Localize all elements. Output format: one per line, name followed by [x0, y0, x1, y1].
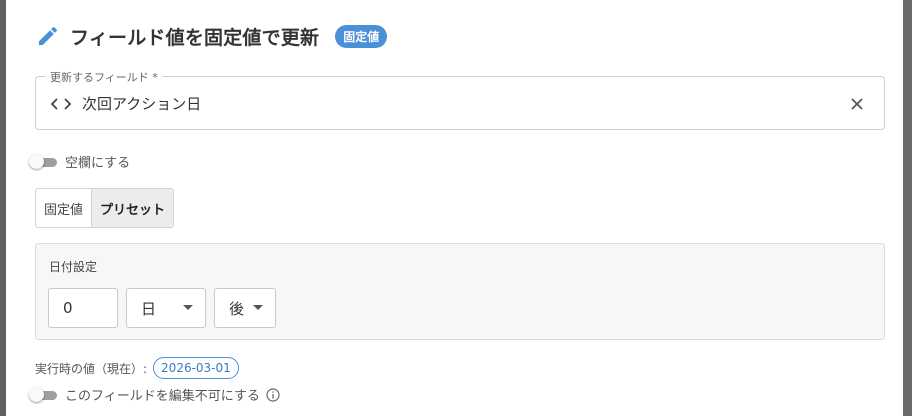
amount-input[interactable]: 0 [48, 288, 118, 328]
close-icon[interactable] [848, 95, 866, 113]
code-icon [50, 98, 72, 110]
blank-toggle-row: 空欄にする [29, 152, 130, 171]
unit-value: 日 [141, 299, 157, 318]
execution-label: 実行時の値（現在）: [35, 361, 148, 376]
tab-fixed-value[interactable]: 固定値 [36, 189, 91, 227]
page-title: フィールド値を固定値で更新 [70, 26, 320, 49]
target-field-label: 更新するフィールド * [46, 69, 162, 85]
execution-value-row: 実行時の値（現在）: 2026-03-01 [35, 357, 239, 379]
mode-badge: 固定値 [335, 24, 388, 48]
dialog-panel: フィールド値を固定値で更新 固定値 更新するフィールド * 次回アクション日 空… [6, 0, 903, 416]
amount-value: 0 [63, 299, 73, 317]
readonly-toggle-label: このフィールドを編集不可にする [65, 389, 260, 404]
direction-value: 後 [229, 299, 245, 318]
readonly-toggle[interactable] [29, 386, 57, 402]
blank-toggle[interactable] [29, 153, 57, 169]
target-field-value: 次回アクション日 [82, 95, 202, 113]
pencil-icon [39, 26, 58, 45]
direction-select[interactable]: 後 [214, 288, 276, 328]
execution-value-chip: 2026-03-01 [153, 357, 239, 379]
info-icon[interactable] [266, 387, 280, 402]
tab-preset[interactable]: プリセット [91, 189, 174, 227]
target-field-select[interactable]: 更新するフィールド * 次回アクション日 [35, 69, 885, 130]
unit-select[interactable]: 日 [126, 288, 206, 328]
mode-tabs: 固定値 プリセット [35, 188, 175, 228]
blank-toggle-label: 空欄にする [65, 156, 131, 171]
date-setting-panel: 日付設定 0 日 後 [35, 243, 885, 340]
backdrop-edge [903, 0, 912, 416]
date-setting-label: 日付設定 [49, 260, 98, 274]
chevron-down-icon [183, 305, 193, 310]
dialog-header: フィールド値を固定値で更新 固定値 [36, 22, 388, 50]
chevron-down-icon [253, 305, 263, 310]
readonly-toggle-row: このフィールドを編集不可にする [29, 385, 280, 404]
